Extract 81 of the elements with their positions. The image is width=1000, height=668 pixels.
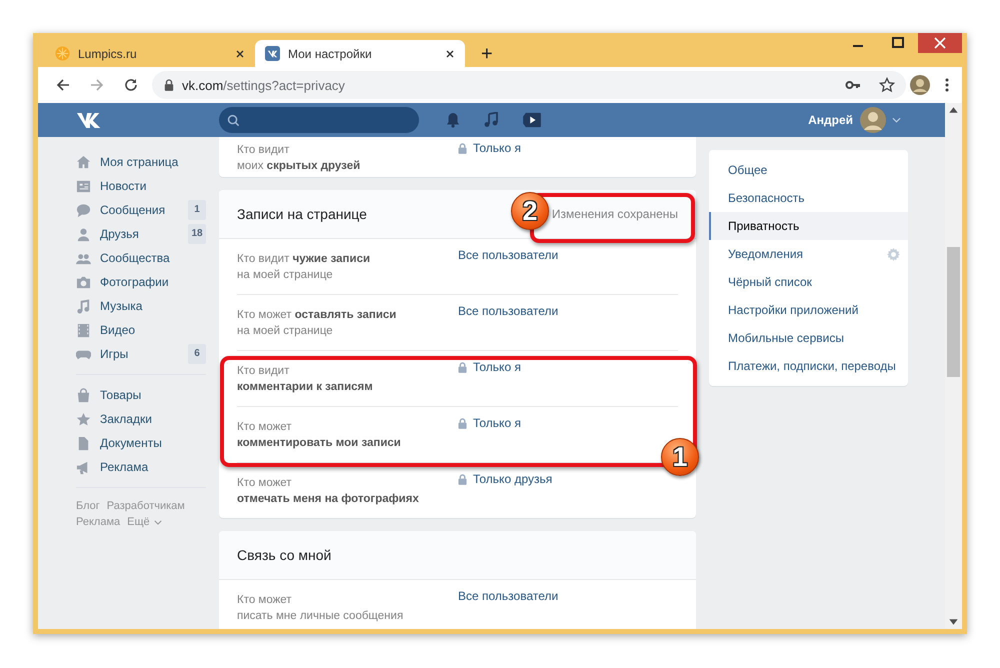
nav-item[interactable]: Фотографии [76, 270, 206, 294]
privacy-dropdown[interactable]: Все пользователи [458, 304, 558, 318]
address-bar[interactable]: vk.com/settings?act=privacy [152, 71, 906, 99]
newspaper-icon [76, 178, 91, 194]
profile-avatar-icon[interactable] [910, 75, 930, 95]
avatar-icon[interactable] [860, 107, 886, 133]
caret-icon[interactable] [154, 520, 162, 524]
search-icon [227, 114, 240, 126]
scrollbar[interactable] [945, 103, 962, 629]
lock-icon [458, 418, 467, 428]
counter-badge: 18 [188, 224, 206, 244]
section-title: Связь со мной [237, 547, 332, 563]
setting-label: Кто может комментировать мои записи [237, 420, 402, 450]
settings-menu-item[interactable]: Чёрный список [709, 268, 908, 296]
document-icon [76, 436, 91, 450]
nav-item[interactable]: Реклама [76, 455, 206, 479]
person-icon [76, 226, 91, 242]
camera-icon [76, 274, 91, 290]
setting-label: Кто может писать мне личные сообщения [237, 592, 404, 624]
nav-item[interactable]: Новости [76, 174, 206, 198]
vk-favicon-icon [265, 46, 280, 61]
star-icon [76, 412, 91, 426]
user-name[interactable]: Андрей [808, 113, 853, 127]
counter-badge: 1 [188, 200, 206, 220]
nav-item[interactable]: Моя страница [76, 150, 206, 174]
settings-menu-item[interactable]: Настройки приложений [709, 296, 908, 324]
music-note-icon[interactable] [483, 112, 499, 128]
setting-label: Кто видит чужие записи на моей странице [237, 252, 372, 282]
privacy-dropdown[interactable]: Только я [458, 416, 521, 430]
privacy-dropdown[interactable]: Только друзья [458, 472, 552, 486]
settings-menu-item[interactable]: Платежи, подписки, переводы [709, 352, 908, 380]
lock-icon [164, 79, 174, 91]
privacy-dropdown[interactable]: Все пользователи [458, 248, 558, 262]
shopping-bag-icon [76, 388, 91, 402]
nav-item[interactable]: Игры 6 [76, 342, 206, 366]
music-note-icon [76, 298, 91, 314]
settings-menu-item[interactable]: Приватность [709, 212, 908, 240]
settings-menu-item[interactable]: Общее [709, 156, 908, 184]
nav-item[interactable]: Друзья 18 [76, 222, 206, 246]
close-icon[interactable] [235, 48, 245, 58]
settings-menu-item[interactable]: Безопасность [709, 184, 908, 212]
caret-icon[interactable] [892, 117, 901, 123]
nav-item[interactable]: Музыка [76, 294, 206, 318]
more-menu-icon[interactable] [944, 77, 950, 93]
star-icon[interactable] [879, 77, 895, 93]
speech-bubble-icon [76, 202, 91, 218]
back-arrow-icon[interactable] [55, 77, 71, 93]
privacy-dropdown[interactable]: Только я [458, 360, 521, 374]
nav-item[interactable]: Товары [76, 383, 206, 407]
close-icon[interactable] [445, 48, 455, 58]
section-title: Записи на странице [237, 206, 367, 222]
bell-icon[interactable] [445, 112, 461, 128]
reload-icon[interactable] [123, 77, 139, 93]
lock-icon [458, 474, 467, 484]
nav-item[interactable]: Документы [76, 431, 206, 455]
settings-menu-item[interactable]: Мобильные сервисы [709, 324, 908, 352]
setting-label: Кто может оставлять записи на моей странице [237, 308, 398, 338]
lock-icon [458, 142, 467, 154]
counter-badge: 6 [188, 344, 206, 364]
address-text: vk.com/settings?act=privacy [182, 78, 345, 92]
search-field[interactable] [219, 107, 419, 133]
privacy-dropdown[interactable]: Все пользователи [458, 589, 558, 603]
film-icon [76, 322, 91, 338]
settings-menu-item[interactable]: Уведомления [709, 240, 908, 268]
new-tab-button[interactable]: + [481, 44, 493, 64]
privacy-dropdown[interactable]: Только я [458, 141, 521, 155]
play-video-icon[interactable] [521, 112, 543, 128]
setting-label: Кто видит моих скрытых друзей [237, 143, 362, 174]
lock-icon [458, 362, 467, 372]
site-favicon-icon [55, 46, 70, 61]
setting-label: Кто видит комментарии к записям [237, 364, 374, 394]
browser-tab[interactable]: Мои настройки [255, 40, 465, 67]
scroll-thumb[interactable] [947, 247, 960, 377]
nav-item[interactable]: Закладки [76, 407, 206, 431]
browser-tab[interactable]: Lumpics.ru [45, 40, 255, 67]
home-icon [76, 154, 91, 170]
nav-item[interactable]: Сообщества [76, 246, 206, 270]
saved-notice: Изменения сохранены [552, 207, 678, 221]
setting-label: Кто может отмечать меня на фотографиях [237, 476, 420, 506]
nav-item[interactable]: Видео [76, 318, 206, 342]
nav-item[interactable]: Сообщения 1 [76, 198, 206, 222]
